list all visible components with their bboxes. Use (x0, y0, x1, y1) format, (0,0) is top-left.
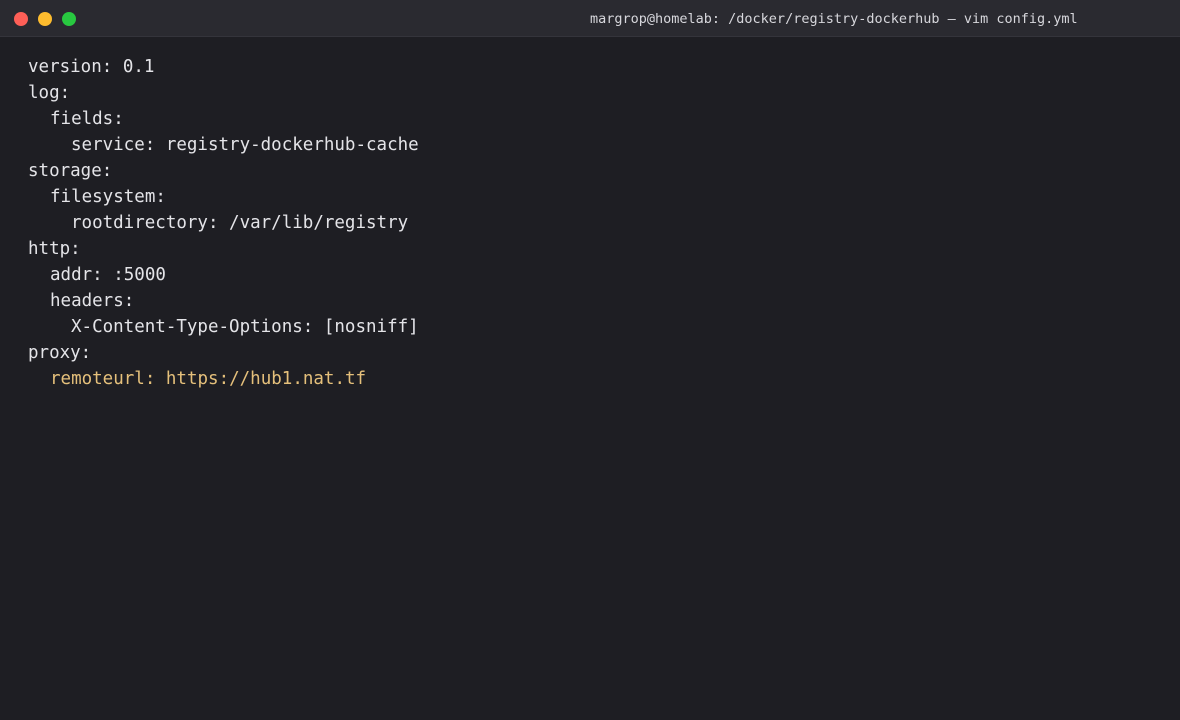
code-line[interactable]: fields: (28, 106, 1160, 132)
code-line[interactable]: filesystem: (28, 184, 1160, 210)
code-line-highlighted[interactable]: remoteurl: https://hub1.nat.tf (28, 366, 1160, 392)
minimize-button[interactable] (38, 12, 52, 26)
window-title: margrop@homelab: /docker/registry-docker… (590, 11, 1078, 27)
code-line[interactable]: service: registry-dockerhub-cache (28, 132, 1160, 158)
code-line[interactable]: version: 0.1 (28, 54, 1160, 80)
code-line[interactable]: http: (28, 236, 1160, 262)
editor-buffer[interactable]: version: 0.1 log: fields: service: regis… (28, 54, 1160, 392)
title-bar: margrop@homelab: /docker/registry-docker… (0, 0, 1180, 37)
close-button[interactable] (14, 12, 28, 26)
code-line[interactable]: log: (28, 80, 1160, 106)
terminal-window: margrop@homelab: /docker/registry-docker… (0, 0, 1180, 720)
code-line[interactable]: addr: :5000 (28, 262, 1160, 288)
code-line[interactable]: headers: (28, 288, 1160, 314)
code-line[interactable]: storage: (28, 158, 1160, 184)
code-line[interactable]: rootdirectory: /var/lib/registry (28, 210, 1160, 236)
code-line[interactable]: X-Content-Type-Options: [nosniff] (28, 314, 1160, 340)
zoom-button[interactable] (62, 12, 76, 26)
code-line[interactable]: proxy: (28, 340, 1160, 366)
